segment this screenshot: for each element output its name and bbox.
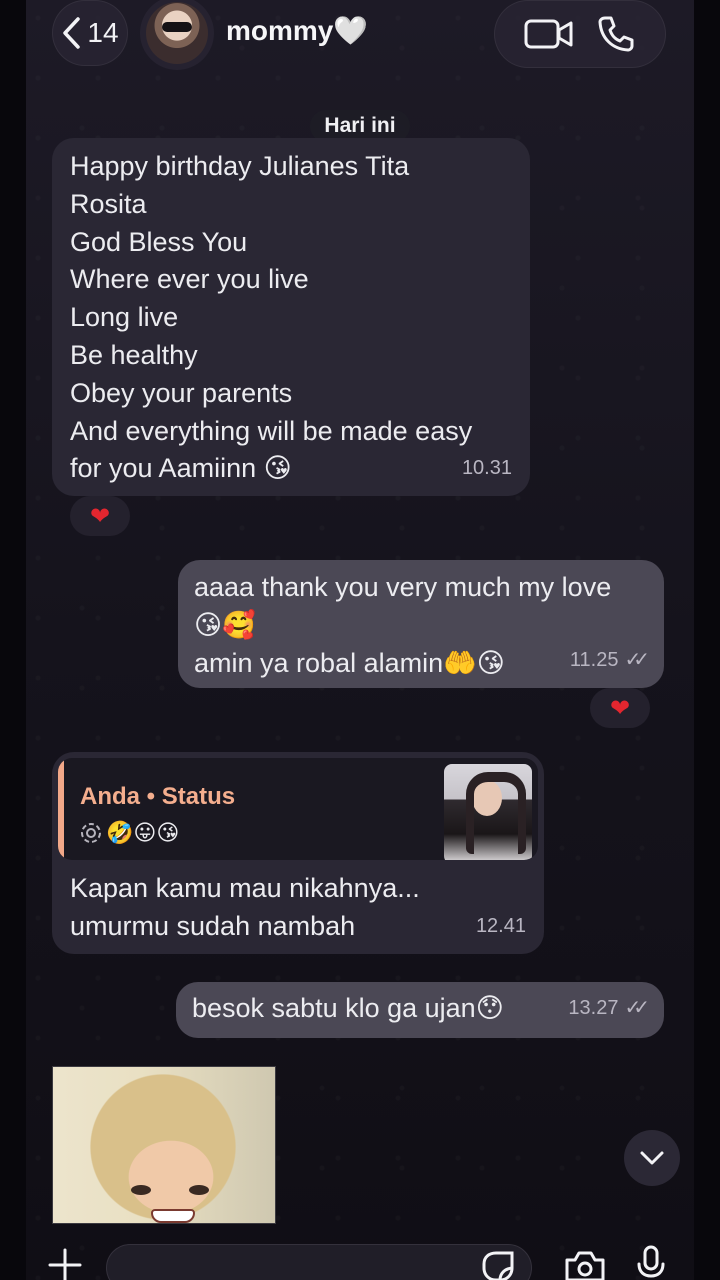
message-line: Obey your parents [70,377,293,408]
message-outgoing[interactable]: besok sabtu klo ga ujan😯 13.27 ✓✓ [176,982,664,1038]
unread-count: 14 [87,17,119,48]
message-input[interactable] [106,1244,532,1280]
sticker-icon[interactable] [480,1250,516,1280]
read-checkmark-icon: ✓✓ [624,997,649,1020]
contact-name[interactable]: mommy🤍 [226,14,368,47]
message-line: And everything will be made easy [70,415,473,446]
message-line: Rosita [70,188,147,219]
message-line: Happy birthday Julianes Tita [70,151,410,181]
message-incoming-reply[interactable]: Anda • Status 🤣😛😘 Kapan kamu mau nikahny… [52,752,544,954]
message-line: God Bless You [70,226,248,257]
message-time: 11.25 ✓✓ [570,642,650,680]
message-line: umurmu sudah nambah [70,910,356,941]
read-checkmark-icon: ✓✓ [624,649,649,672]
heart-reaction[interactable]: ❤ [70,496,130,536]
screen-edge-right [694,0,720,1280]
quote-accent-bar [58,758,64,860]
message-time: 12.41 [476,908,526,946]
timestamp: 10.31 [461,457,512,480]
image-message[interactable] [52,1066,276,1224]
timestamp: 13.27 [568,997,619,1020]
message-time: 13.27 ✓✓ [568,990,650,1028]
plus-icon[interactable] [46,1248,84,1280]
screen-edge-left [0,0,26,1280]
quoted-status[interactable]: Anda • Status 🤣😛😘 [58,758,538,860]
quote-text: 🤣😛😘 [80,814,179,852]
heart-reaction[interactable]: ❤ [590,688,650,728]
quote-emojis: 🤣😛😘 [106,820,180,845]
chevron-left-icon [63,17,81,49]
chevron-down-icon [640,1151,664,1165]
message-line: Be healthy [70,339,198,370]
message-line: aaaa thank you very much my love [194,572,612,602]
status-ring-icon [81,822,101,843]
avatar [146,2,208,64]
camera-icon[interactable] [564,1250,606,1280]
video-camera-icon[interactable] [524,17,574,51]
timestamp: 11.25 [569,649,619,672]
back-button[interactable]: 14 [52,0,128,66]
photo-detail [151,1209,195,1223]
timestamp: 12.41 [475,915,526,938]
call-actions [494,0,666,68]
phone-icon[interactable] [596,14,636,54]
scroll-to-bottom-button[interactable] [624,1130,680,1186]
message-outgoing[interactable]: aaaa thank you very much my love 😘🥰 amin… [178,560,664,688]
message-line: Where ever you live [70,264,309,295]
photo-detail [131,1185,151,1195]
photo-detail [189,1185,209,1195]
status-thumbnail [444,764,532,860]
message-line: Kapan kamu mau nikahnya... [70,873,420,903]
message-line: 😘🥰 [194,609,256,640]
message-line: Long live [70,302,179,333]
message-time: 10.31 [462,450,512,488]
message-line: for you Aamiinn 😘 [70,453,292,484]
quote-title: Anda • Status [80,783,236,810]
message-incoming[interactable]: Happy birthday Julianes Tita Rosita God … [52,138,530,496]
microphone-icon[interactable] [636,1244,666,1280]
